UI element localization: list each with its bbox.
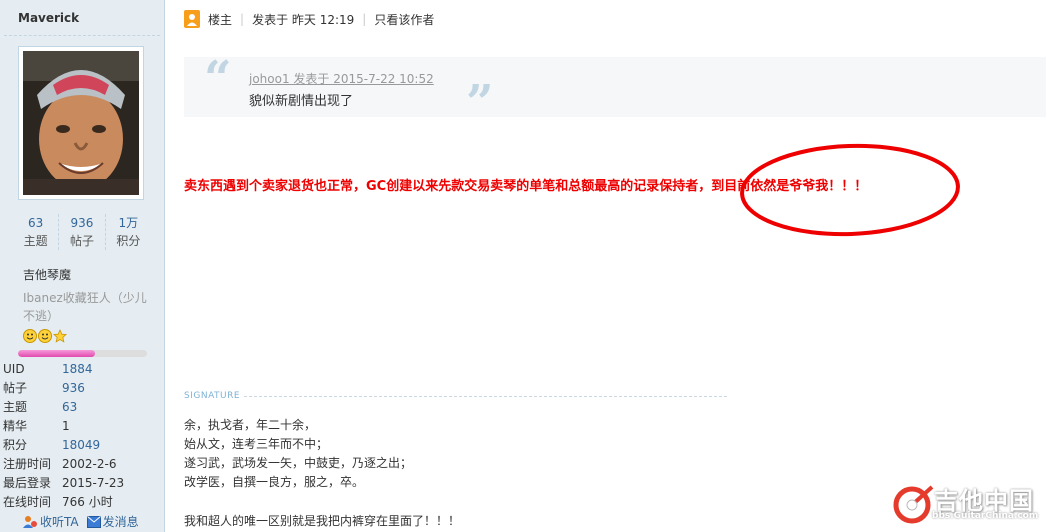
smiley-icon xyxy=(23,329,37,343)
owner-label: 楼主 xyxy=(208,12,233,27)
user-title: Ibanez收藏狂人（少儿不逃） xyxy=(23,291,147,323)
owner-icon xyxy=(184,10,200,28)
follow-icon xyxy=(23,515,37,528)
info-key: 精华 xyxy=(3,419,28,433)
quote-author-link[interactable]: johoo1 发表于 2015-7-22 10:52 xyxy=(249,70,434,87)
signature-line: 余，执戈者，年二十余， xyxy=(184,418,317,432)
info-value[interactable]: 18049 xyxy=(62,436,100,455)
follow-button[interactable]: 收听TA xyxy=(22,513,79,530)
info-key: 最后登录 xyxy=(3,476,52,490)
info-row-online: 在线时间 766 小时 xyxy=(3,493,124,512)
info-key: 主题 xyxy=(3,400,28,414)
user-actions: 收听TA 发消息 xyxy=(22,513,139,530)
post-time: 发表于 昨天 12:19 xyxy=(252,12,355,27)
signature: 余，执戈者，年二十余， 始从文，连考三年而不中； 遂习武，武场发一矢，中鼓吏，乃… xyxy=(184,416,412,492)
stat-threads[interactable]: 63 主题 xyxy=(13,214,60,250)
level-progress-fill xyxy=(18,350,96,357)
stat-posts[interactable]: 936 帖子 xyxy=(59,214,106,250)
quote-block: “ johoo1 发表于 2015-7-22 10:52 貌似新剧情出现了 ” xyxy=(184,51,1046,131)
site-watermark: 吉他中国 bbs.GuitarChina.com xyxy=(892,481,1042,529)
stat-label: 积分 xyxy=(116,234,141,248)
stat-value: 936 xyxy=(70,216,94,230)
user-group[interactable]: 吉他琴魔 xyxy=(23,266,71,283)
signature-line: 始从文，连考三年而不中； xyxy=(184,437,329,451)
close-quote-icon: ” xyxy=(466,75,494,131)
avatar[interactable] xyxy=(18,46,144,200)
info-row-lastlogin: 最后登录 2015-7-23 xyxy=(3,474,124,493)
info-value: 1 xyxy=(62,419,70,433)
author-sidebar: Maverick 63 主题 936 帖子 1万 积分 吉他琴魔 Ibanez收… xyxy=(0,0,165,532)
star-icon xyxy=(53,329,67,343)
info-row-digest: 精华 1 xyxy=(3,417,124,436)
stat-value: 1万 xyxy=(118,216,139,230)
stat-label: 主题 xyxy=(23,234,48,248)
info-value: 2002-2-6 xyxy=(62,457,117,471)
stat-label: 帖子 xyxy=(69,234,94,248)
signature-line: 遂习武，武场发一矢，中鼓吏，乃逐之出； xyxy=(184,456,413,470)
stat-value: 63 xyxy=(28,216,44,230)
info-value: 766 小时 xyxy=(62,495,113,509)
guitar-logo-icon xyxy=(893,485,934,524)
signature-line: 改学医，自撰一良方，服之，卒。 xyxy=(184,475,365,489)
signature-footer: 我和超人的唯一区别就是我把内裤穿在里面了！！！ xyxy=(184,514,461,528)
open-quote-icon: “ xyxy=(204,51,232,107)
message-label: 发消息 xyxy=(102,515,139,529)
info-value: 2015-7-23 xyxy=(62,476,125,490)
message-button[interactable]: 发消息 xyxy=(86,513,139,530)
divider xyxy=(4,35,160,36)
info-key: 在线时间 xyxy=(3,495,52,509)
post-header: 楼主 | 发表于 昨天 12:19 | 只看该作者 xyxy=(184,10,434,28)
signature-label: SIGNATURE xyxy=(184,391,241,401)
separator: | xyxy=(240,12,245,26)
info-key: 注册时间 xyxy=(3,457,52,471)
username[interactable]: Maverick xyxy=(18,11,79,25)
envelope-icon xyxy=(86,515,101,528)
follow-label: 收听TA xyxy=(40,515,79,529)
info-row-regdate: 注册时间 2002-2-6 xyxy=(3,455,124,474)
info-key: 帖子 xyxy=(3,381,28,395)
info-row-points: 积分 18049 xyxy=(3,436,124,455)
separator: | xyxy=(362,12,367,26)
info-value[interactable]: 936 xyxy=(62,379,85,398)
quote-text: 貌似新剧情出现了 xyxy=(249,94,354,109)
level-progress-bar xyxy=(18,350,147,357)
user-info-list: UID 1884 帖子 936 主题 63 精华 1 积分 18049 注册时间 2002-… xyxy=(3,360,124,512)
dotted-line xyxy=(244,395,727,397)
info-row-threads: 主题 63 xyxy=(3,398,124,417)
medals xyxy=(23,329,67,343)
only-author-link[interactable]: 只看该作者 xyxy=(374,11,434,28)
info-row-posts: 帖子 936 xyxy=(3,379,124,398)
watermark-url: bbs.GuitarChina.com xyxy=(932,511,1039,521)
red-circle-annotation xyxy=(740,143,960,237)
smiley-icon xyxy=(38,329,52,343)
info-key: 积分 xyxy=(3,438,28,452)
stat-points[interactable]: 1万 积分 xyxy=(106,214,151,250)
user-stats: 63 主题 936 帖子 1万 积分 xyxy=(13,214,151,250)
info-key: UID xyxy=(3,362,25,376)
info-value[interactable]: 63 xyxy=(62,398,77,417)
info-row-uid: UID 1884 xyxy=(3,360,124,379)
signature-divider: SIGNATURE xyxy=(184,391,727,401)
info-value[interactable]: 1884 xyxy=(62,360,93,379)
